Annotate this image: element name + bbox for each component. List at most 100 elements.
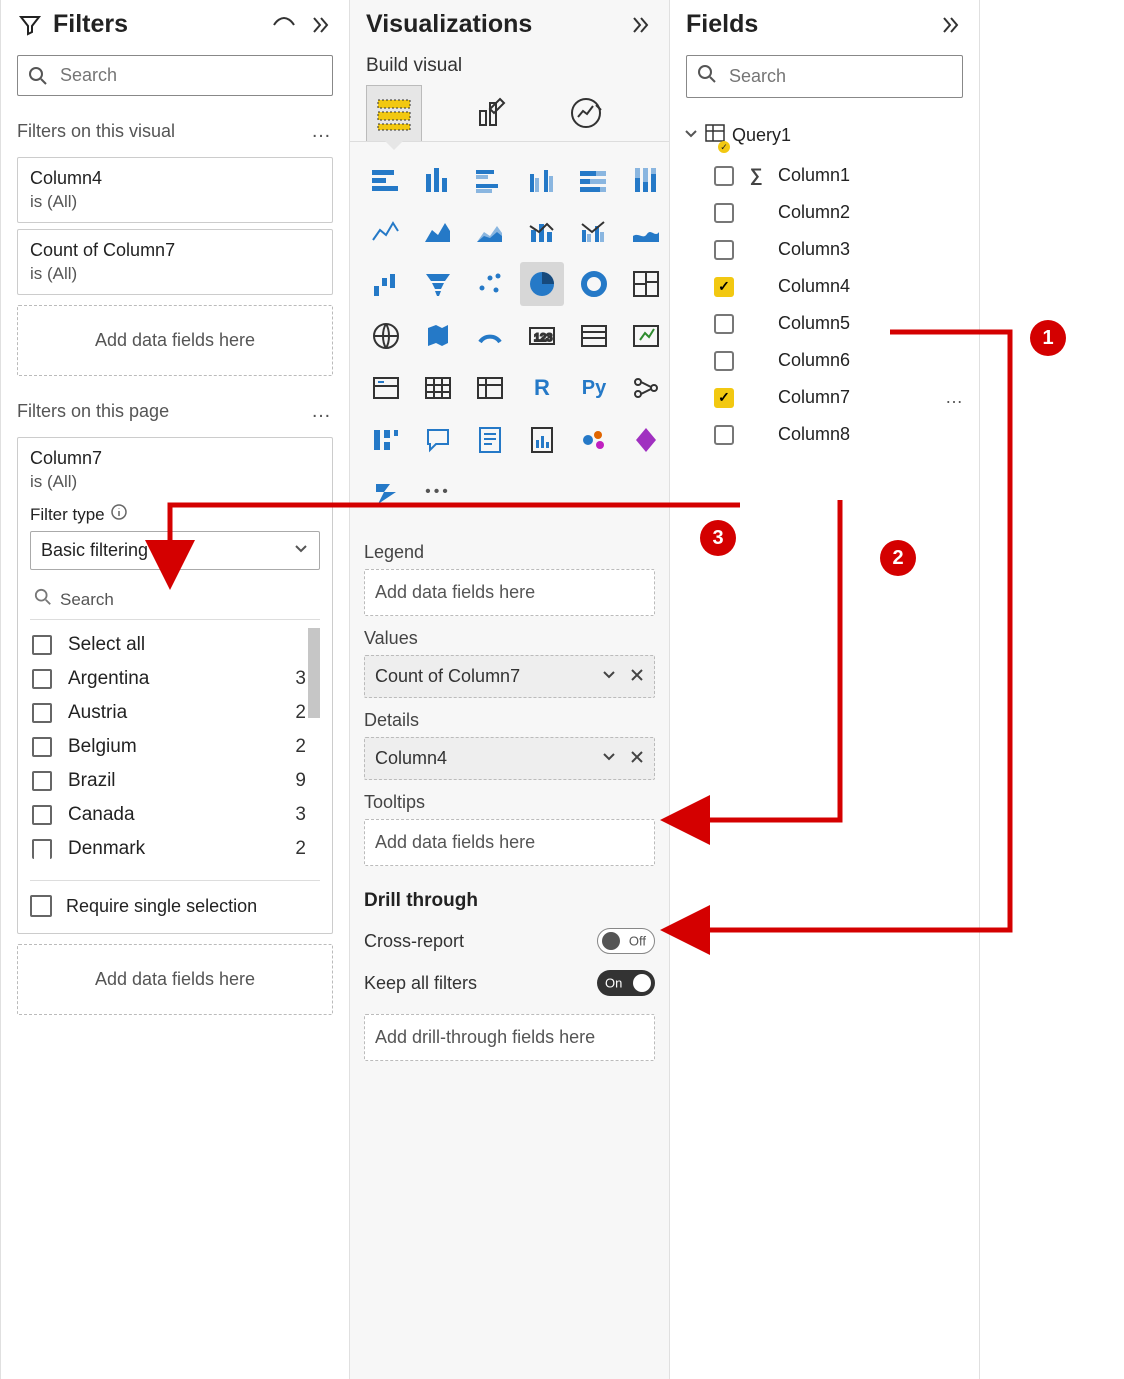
viz-gauge-icon[interactable]	[468, 314, 512, 358]
checkbox[interactable]	[714, 351, 734, 371]
filter-values-search[interactable]: Search	[30, 580, 320, 620]
field-column7[interactable]: Column7 …	[674, 379, 975, 416]
tab-analytics[interactable]	[558, 85, 614, 141]
viz-clustered-column-icon[interactable]	[520, 158, 564, 202]
viz-scatter-icon[interactable]	[468, 262, 512, 306]
fields-search-input[interactable]	[727, 65, 963, 88]
visual-filters-dropzone[interactable]: Add data fields here	[17, 305, 333, 376]
viz-stacked-column-icon[interactable]	[416, 158, 460, 202]
collapse-icon[interactable]	[307, 12, 333, 38]
list-item[interactable]: Canada 3	[30, 798, 308, 832]
collapse-icon[interactable]	[937, 12, 963, 38]
viz-stacked-bar-icon[interactable]	[364, 158, 408, 202]
collapse-icon[interactable]	[627, 12, 653, 38]
viz-python-icon[interactable]: Py	[572, 366, 616, 410]
viz-stacked-area-icon[interactable]	[468, 210, 512, 254]
viz-qa-icon[interactable]	[416, 418, 460, 462]
viz-pie-icon[interactable]	[520, 262, 564, 306]
list-item[interactable]: Belgium 2	[30, 730, 308, 764]
viz-100-stacked-bar-icon[interactable]	[572, 158, 616, 202]
checkbox[interactable]	[32, 737, 52, 757]
info-icon[interactable]	[111, 504, 127, 525]
viz-treemap-icon[interactable]	[624, 262, 668, 306]
field-column2[interactable]: Column2	[674, 194, 975, 231]
viz-matrix-icon[interactable]	[468, 366, 512, 410]
checkbox[interactable]	[714, 240, 734, 260]
viz-line-clustered-column-icon[interactable]	[572, 210, 616, 254]
remove-icon[interactable]	[630, 666, 644, 687]
tab-build-visual[interactable]	[366, 85, 422, 141]
checkbox[interactable]	[714, 203, 734, 223]
viz-power-automate-icon[interactable]	[364, 470, 408, 514]
viz-decomposition-icon[interactable]	[364, 418, 408, 462]
viz-waterfall-icon[interactable]	[364, 262, 408, 306]
viz-line-icon[interactable]	[364, 210, 408, 254]
viz-kpi-icon[interactable]	[624, 314, 668, 358]
field-column5[interactable]: Column5	[674, 305, 975, 342]
page-filters-dropzone[interactable]: Add data fields here	[17, 944, 333, 1015]
filter-card-page-column7[interactable]: Column7 is (All) Filter type Basic filte…	[17, 437, 333, 934]
checkbox[interactable]	[714, 388, 734, 408]
field-column3[interactable]: Column3	[674, 231, 975, 268]
chevron-down-icon[interactable]	[602, 748, 616, 769]
more-icon[interactable]: …	[311, 120, 333, 143]
viz-key-influencers-icon[interactable]	[624, 366, 668, 410]
values-field-pill[interactable]: Count of Column7	[364, 655, 655, 698]
filter-card-count-column7[interactable]: Count of Column7 is (All)	[17, 229, 333, 295]
drill-through-well[interactable]: Add drill-through fields here	[364, 1014, 655, 1061]
viz-ribbon-icon[interactable]	[624, 210, 668, 254]
list-item[interactable]: Brazil 9	[30, 764, 308, 798]
viz-smart-narrative-icon[interactable]	[468, 418, 512, 462]
viz-paginated-report-icon[interactable]	[520, 418, 564, 462]
checkbox[interactable]	[714, 277, 734, 297]
field-column1[interactable]: ∑ Column1	[674, 157, 975, 194]
checkbox[interactable]	[32, 635, 52, 655]
viz-map-icon[interactable]	[364, 314, 408, 358]
viz-donut-icon[interactable]	[572, 262, 616, 306]
scrollbar-thumb[interactable]	[308, 628, 320, 718]
checkbox[interactable]	[32, 703, 52, 723]
list-item[interactable]: Select all	[30, 628, 308, 662]
tooltips-well[interactable]: Add data fields here	[364, 819, 655, 866]
viz-card-icon[interactable]: 123	[520, 314, 564, 358]
viz-funnel-icon[interactable]	[416, 262, 460, 306]
viz-more-icon[interactable]: •••	[416, 470, 460, 514]
viz-area-icon[interactable]	[416, 210, 460, 254]
viz-slicer-icon[interactable]	[364, 366, 408, 410]
more-icon[interactable]: …	[311, 400, 333, 423]
field-column4[interactable]: Column4	[674, 268, 975, 305]
checkbox[interactable]	[714, 425, 734, 445]
viz-r-script-icon[interactable]: R	[520, 366, 564, 410]
more-icon[interactable]: …	[945, 387, 965, 408]
keep-filters-toggle[interactable]: On	[597, 970, 655, 996]
field-column8[interactable]: Column8	[674, 416, 975, 453]
checkbox[interactable]	[32, 771, 52, 791]
viz-filled-map-icon[interactable]	[416, 314, 460, 358]
filters-search-input[interactable]	[58, 64, 322, 87]
list-item[interactable]: Argentina 3	[30, 662, 308, 696]
details-field-pill[interactable]: Column4	[364, 737, 655, 780]
viz-azure-map-icon[interactable]	[572, 418, 616, 462]
list-item[interactable]: Austria 2	[30, 696, 308, 730]
fields-search[interactable]	[686, 55, 963, 98]
remove-icon[interactable]	[630, 748, 644, 769]
eye-icon[interactable]	[271, 12, 297, 38]
require-single-selection[interactable]: Require single selection	[30, 880, 320, 917]
field-column6[interactable]: Column6	[674, 342, 975, 379]
table-node-query1[interactable]: ✓ Query1	[674, 114, 975, 157]
checkbox[interactable]	[32, 839, 52, 859]
list-item[interactable]: Denmark 2	[30, 832, 308, 866]
viz-line-stacked-column-icon[interactable]	[520, 210, 564, 254]
viz-clustered-bar-icon[interactable]	[468, 158, 512, 202]
checkbox[interactable]	[714, 166, 734, 186]
filter-card-column4[interactable]: Column4 is (All)	[17, 157, 333, 223]
viz-table-icon[interactable]	[416, 366, 460, 410]
tab-format[interactable]	[462, 85, 518, 141]
checkbox[interactable]	[30, 895, 52, 917]
filter-type-select[interactable]: Basic filtering	[30, 531, 320, 570]
filters-search[interactable]	[17, 55, 333, 96]
viz-power-apps-icon[interactable]	[624, 418, 668, 462]
checkbox[interactable]	[32, 669, 52, 689]
cross-report-toggle[interactable]: Off	[597, 928, 655, 954]
checkbox[interactable]	[32, 805, 52, 825]
